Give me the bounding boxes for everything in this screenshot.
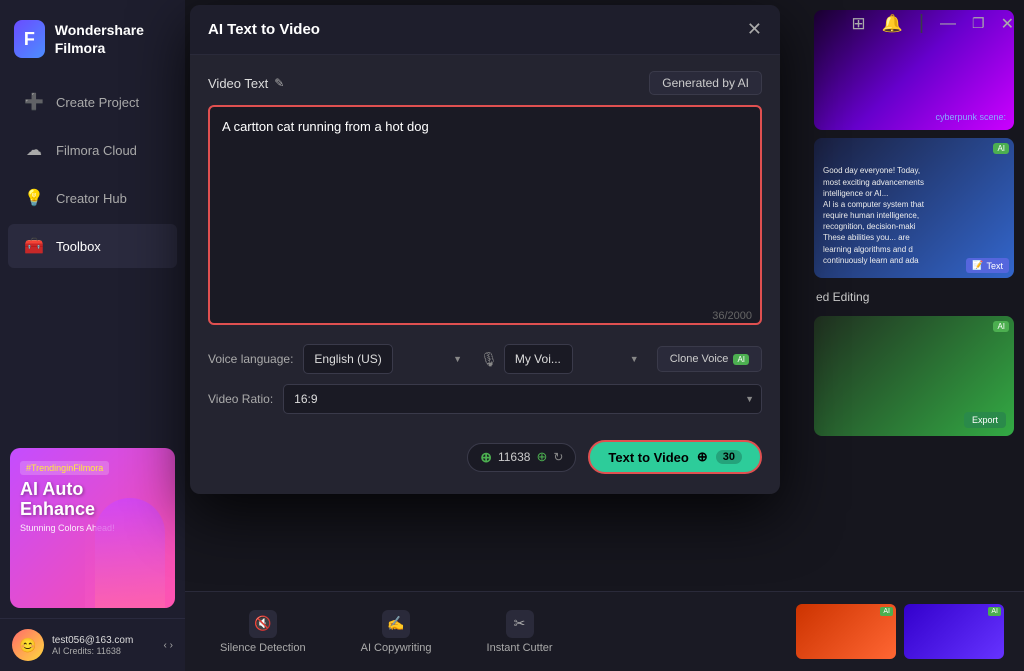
card-cyberpunk-label: cyberpunk scene:: [935, 112, 1006, 122]
microphone-icon: 🎙: [480, 351, 498, 368]
promo-person-image: [85, 478, 175, 608]
user-credits: AI Credits: 11638: [52, 646, 156, 656]
sidebar-item-label: Toolbox: [56, 239, 101, 254]
sidebar-item-create-project[interactable]: ➕ Create Project: [8, 80, 177, 124]
voice-language-row: Voice language: English (US) 🎙 My Voi...: [208, 344, 762, 374]
credits-counter: ⊕ 11638 ⊕ ↻: [467, 443, 576, 472]
credits-add-icon[interactable]: ⊕: [536, 449, 547, 465]
dialog-overlay: AI Text to Video ✕ Video Text ✎ Generate…: [185, 0, 785, 671]
create-project-icon: ➕: [24, 92, 44, 112]
creator-hub-icon: 💡: [24, 188, 44, 208]
separator: |: [919, 12, 924, 35]
maximize-button[interactable]: ❐: [972, 15, 985, 32]
card-ai-badge: AI: [993, 143, 1009, 154]
user-info-bar[interactable]: 😊 test056@163.com AI Credits: 11638 ‹ ›: [0, 618, 185, 671]
sidebar-item-creator-hub[interactable]: 💡 Creator Hub: [8, 176, 177, 220]
voice-language-select[interactable]: English (US): [303, 344, 393, 374]
voice-language-select-wrapper: English (US): [303, 344, 470, 374]
card-ai-text[interactable]: AI Good day everyone! Today,most excitin…: [814, 138, 1014, 278]
bottom-card-2[interactable]: AI: [904, 604, 1004, 659]
refresh-icon[interactable]: ↻: [553, 450, 563, 464]
user-avatar: 😊: [12, 629, 44, 661]
voice-language-label: Voice language:: [208, 352, 293, 366]
close-button[interactable]: ✕: [1001, 14, 1014, 34]
mic-voice-wrapper: 🎙 My Voi...: [480, 344, 647, 374]
voice-select[interactable]: My Voi...: [504, 344, 573, 374]
generated-by-ai-button[interactable]: Generated by AI: [649, 71, 762, 95]
voice-select-wrapper: My Voi...: [504, 344, 647, 374]
bottom-card-1[interactable]: AI: [796, 604, 896, 659]
dialog-body: Video Text ✎ Generated by AI 36/2000 Voi…: [190, 55, 780, 494]
toolbox-icon: 🧰: [24, 236, 44, 256]
sidebar: F Wondershare Filmora ➕ Create Project ☁…: [0, 0, 185, 671]
btn-cost-icon: ⊕: [697, 449, 708, 465]
filmora-cloud-icon: ☁: [24, 140, 44, 160]
minimize-button[interactable]: —: [940, 15, 956, 33]
sidebar-item-filmora-cloud[interactable]: ☁ Filmora Cloud: [8, 128, 177, 172]
user-expand-icon[interactable]: ‹ ›: [164, 640, 173, 651]
sidebar-item-label: Creator Hub: [56, 191, 127, 206]
sidebar-item-label: Create Project: [56, 95, 139, 110]
grid-icon[interactable]: ⊞: [851, 14, 865, 34]
video-ratio-select[interactable]: 16:9 9:16 1:1: [283, 384, 762, 414]
sidebar-item-toolbox[interactable]: 🧰 Toolbox: [8, 224, 177, 268]
editing-label: ed Editing: [814, 286, 1014, 308]
dialog-title: AI Text to Video: [208, 21, 320, 38]
app-title: Wondershare Filmora: [55, 21, 171, 57]
card-editing[interactable]: AI Export: [814, 316, 1014, 436]
sidebar-item-label: Filmora Cloud: [56, 143, 137, 158]
window-controls: ⊞ 🔔 | — ❐ ✕: [851, 12, 1014, 35]
ai-text-to-video-dialog: AI Text to Video ✕ Video Text ✎ Generate…: [190, 5, 780, 494]
logo-icon: F: [14, 20, 45, 58]
dialog-close-button[interactable]: ✕: [747, 19, 762, 40]
edit-icon[interactable]: ✎: [274, 76, 284, 90]
bc1-ai-badge: AI: [880, 607, 893, 616]
app-logo: F Wondershare Filmora: [0, 10, 185, 78]
video-text-label: Video Text ✎: [208, 76, 284, 91]
dialog-bottom-actions: ⊕ 11638 ⊕ ↻ Text to Video ⊕ 30: [208, 430, 762, 478]
card-ai-badge-2: AI: [993, 321, 1009, 332]
char-count: 36/2000: [712, 310, 752, 322]
credits-plus-icon[interactable]: ⊕: [480, 449, 492, 466]
notification-icon[interactable]: 🔔: [882, 14, 903, 34]
promo-banner: #TrendinginFilmora AI AutoEnhance Stunni…: [10, 448, 175, 608]
clone-voice-ai-badge: AI: [733, 354, 749, 365]
bottom-mini-cards: AI AI: [796, 604, 1004, 659]
clone-voice-button[interactable]: Clone Voice AI: [657, 346, 762, 372]
dialog-header: AI Text to Video ✕: [190, 5, 780, 55]
video-text-input[interactable]: [208, 105, 762, 325]
card-text-badge: 📝Text: [966, 258, 1009, 273]
export-button[interactable]: Export: [964, 412, 1006, 428]
video-ratio-label: Video Ratio:: [208, 392, 273, 406]
credits-value: 11638: [498, 450, 530, 464]
video-ratio-row: Video Ratio: 16:9 9:16 1:1: [208, 384, 762, 414]
cards-sidebar: cyberpunk scene: AI Good day everyone! T…: [804, 0, 1024, 600]
field-label-row: Video Text ✎ Generated by AI: [208, 71, 762, 95]
bc2-ai-badge: AI: [988, 607, 1001, 616]
card-text-content: Good day everyone! Today,most exciting a…: [819, 161, 928, 270]
user-details: test056@163.com AI Credits: 11638: [52, 635, 156, 656]
btn-cost-value: 30: [716, 450, 742, 464]
ratio-select-wrapper: 16:9 9:16 1:1: [283, 384, 762, 414]
promo-tag: #TrendinginFilmora: [20, 461, 109, 475]
user-email: test056@163.com: [52, 635, 156, 646]
text-area-wrapper: 36/2000: [208, 105, 762, 330]
text-to-video-button[interactable]: Text to Video ⊕ 30: [588, 440, 762, 474]
